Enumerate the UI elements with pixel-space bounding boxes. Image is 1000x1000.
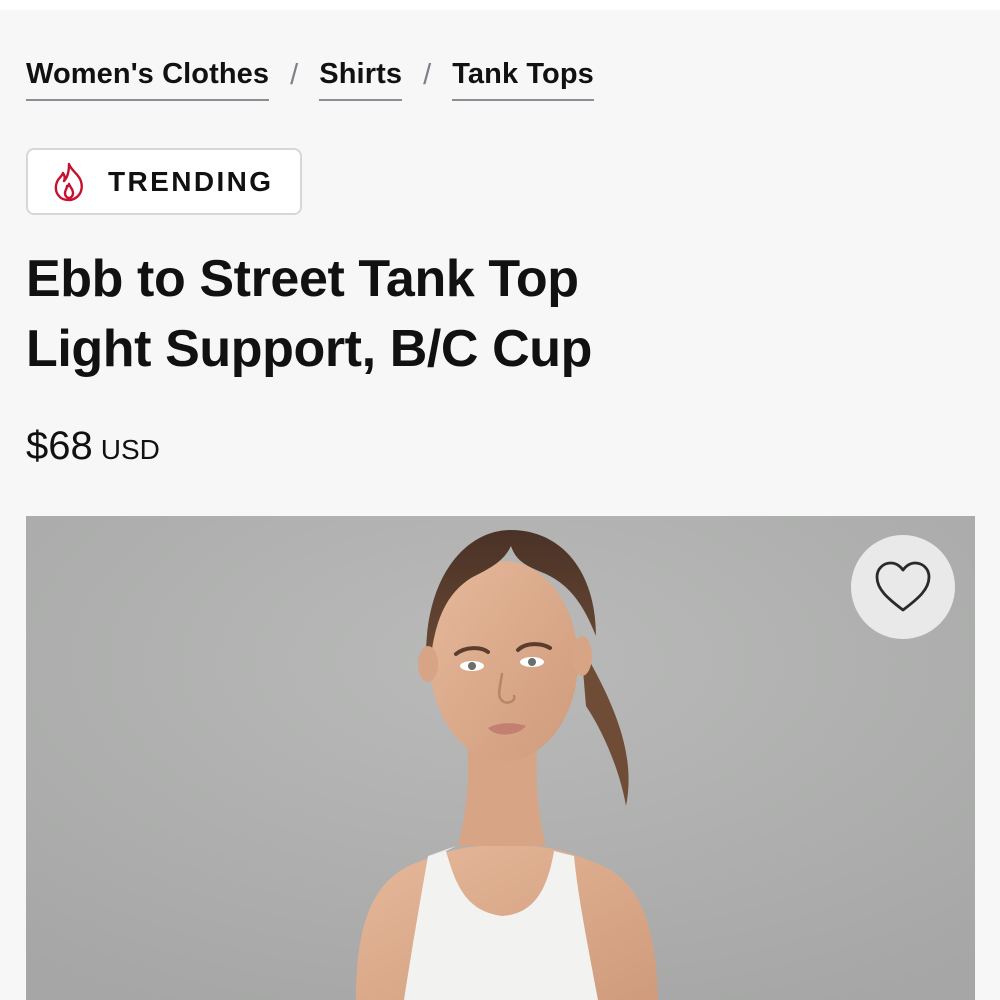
- product-title-line-2: Light Support, B/C Cup: [26, 320, 592, 378]
- product-price: $68 USD: [26, 424, 160, 469]
- trending-label: TRENDING: [108, 165, 274, 197]
- wishlist-button[interactable]: [851, 535, 955, 639]
- product-photo[interactable]: [26, 516, 975, 1000]
- breadcrumb-separator: /: [290, 59, 299, 91]
- flame-icon: [52, 162, 86, 202]
- product-title: Ebb to Street Tank Top Light Support, B/…: [26, 244, 592, 384]
- model-illustration: [26, 516, 975, 1000]
- breadcrumb-womens-clothes[interactable]: Women's Clothes: [26, 58, 270, 101]
- price-currency: USD: [100, 434, 160, 465]
- breadcrumb: Women's Clothes / Shirts / Tank Tops: [26, 58, 594, 101]
- breadcrumb-separator: /: [423, 59, 432, 91]
- heart-icon: [873, 560, 933, 614]
- breadcrumb-tank-tops[interactable]: Tank Tops: [452, 58, 594, 101]
- top-bar: [0, 0, 1000, 10]
- trending-badge: TRENDING: [26, 148, 302, 215]
- product-title-line-1: Ebb to Street Tank Top: [26, 250, 579, 308]
- product-page: Women's Clothes / Shirts / Tank Tops TRE…: [0, 0, 1000, 1000]
- breadcrumb-shirts[interactable]: Shirts: [319, 58, 403, 101]
- price-amount: $68: [26, 424, 93, 468]
